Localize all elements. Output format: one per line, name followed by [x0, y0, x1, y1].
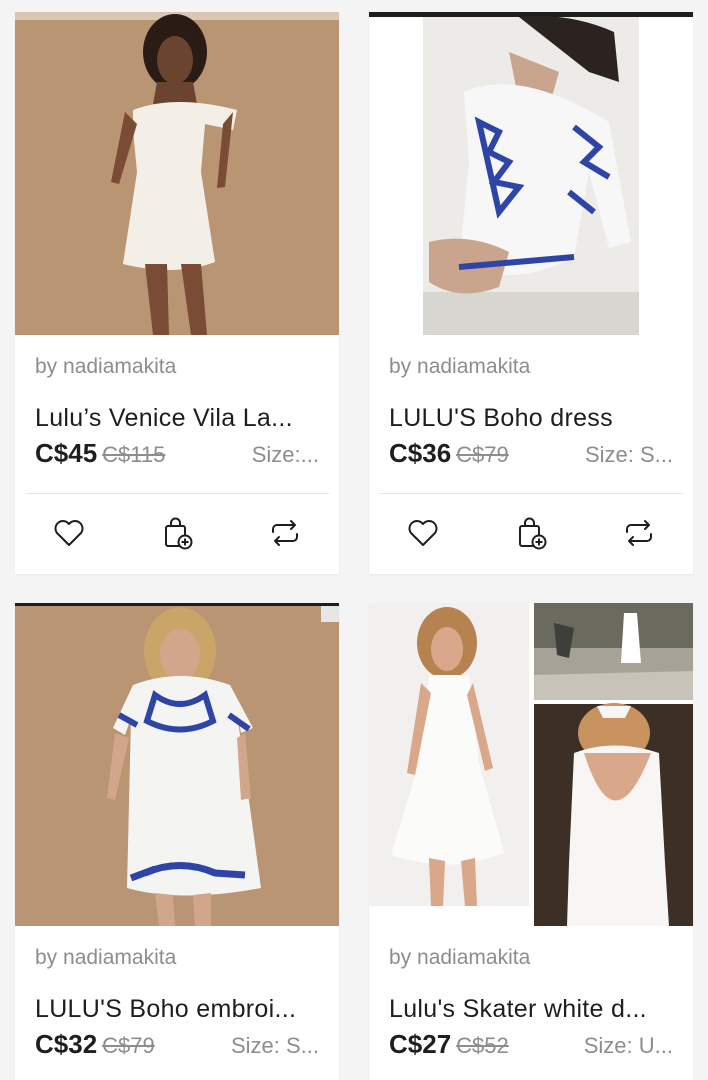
- card-actions: [369, 494, 693, 572]
- listing-card[interactable]: by nadiamakita LULU'S Boho dress C$36 C$…: [369, 12, 693, 574]
- original-price: C$52: [456, 1033, 509, 1058]
- price: C$45: [35, 438, 98, 468]
- bag-plus-icon[interactable]: [513, 515, 549, 551]
- original-price: C$79: [456, 442, 509, 467]
- listing-grid: by nadiamakita Lulu’s Venice Vila La... …: [0, 0, 708, 1080]
- seller-name[interactable]: by nadiamakita: [389, 943, 673, 973]
- listing-photo[interactable]: [15, 12, 339, 335]
- price: C$27: [389, 1029, 452, 1059]
- size-label: Size: U...: [583, 1033, 673, 1058]
- listing-photo[interactable]: [369, 603, 693, 926]
- price-row: C$27 C$52 Size: U...: [389, 1029, 673, 1063]
- size-label: Size:...: [251, 442, 319, 467]
- listing-card[interactable]: by nadiamakita Lulu's Skater white d... …: [369, 603, 693, 1080]
- listing-title[interactable]: Lulu's Skater white d...: [389, 993, 673, 1025]
- seller-name[interactable]: by nadiamakita: [35, 352, 319, 382]
- photo-image: [369, 12, 693, 335]
- original-price: C$115: [102, 442, 166, 467]
- price-row: C$45 C$115 Size:...: [35, 438, 319, 472]
- listing-card[interactable]: by nadiamakita LULU'S Boho embroi... C$3…: [15, 603, 339, 1080]
- heart-icon[interactable]: [405, 515, 441, 551]
- price: C$32: [35, 1029, 98, 1059]
- bag-plus-icon[interactable]: [159, 515, 195, 551]
- card-actions: [15, 494, 339, 572]
- price-row: C$36 C$79 Size: S...: [389, 438, 673, 472]
- repost-icon[interactable]: [267, 515, 303, 551]
- original-price: C$79: [102, 1033, 155, 1058]
- seller-name[interactable]: by nadiamakita: [35, 943, 319, 973]
- listing-photo[interactable]: [369, 12, 693, 335]
- repost-icon[interactable]: [621, 515, 657, 551]
- listing-title[interactable]: LULU'S Boho dress: [389, 402, 673, 434]
- photo-image: [369, 603, 693, 926]
- heart-icon[interactable]: [51, 515, 87, 551]
- seller-name[interactable]: by nadiamakita: [389, 352, 673, 382]
- price: C$36: [389, 438, 452, 468]
- listing-title[interactable]: Lulu’s Venice Vila La...: [35, 402, 319, 434]
- size-label: Size: S...: [230, 1033, 319, 1058]
- listing-title[interactable]: LULU'S Boho embroi...: [35, 993, 319, 1025]
- photo-image: [15, 603, 339, 926]
- size-label: Size: S...: [584, 442, 673, 467]
- listing-photo[interactable]: [15, 603, 339, 926]
- listing-card[interactable]: by nadiamakita Lulu’s Venice Vila La... …: [15, 12, 339, 574]
- photo-image: [15, 12, 339, 335]
- price-row: C$32 C$79 Size: S...: [35, 1029, 319, 1063]
